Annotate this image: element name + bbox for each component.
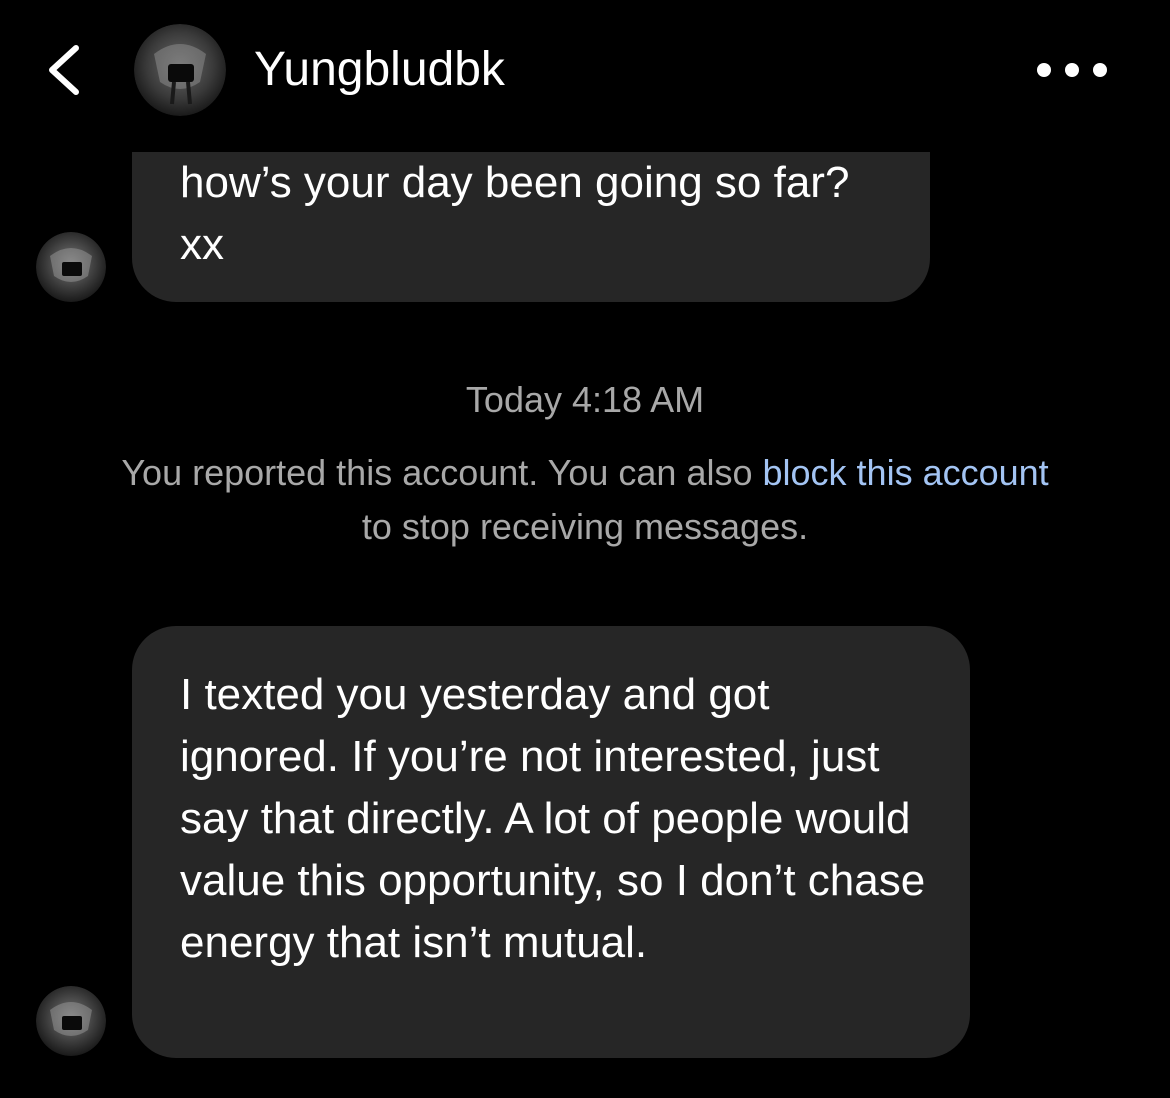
report-notice: You reported this account. You can also … bbox=[120, 446, 1050, 554]
avatar-image bbox=[36, 986, 106, 1056]
avatar-image bbox=[36, 232, 106, 302]
report-notice-text-end: to stop receiving messages. bbox=[361, 506, 809, 547]
block-account-link[interactable]: block this account bbox=[763, 452, 1049, 493]
message-bubble[interactable]: how’s your day been going so far? xx bbox=[132, 152, 930, 302]
message-bubble[interactable]: I texted you yesterday and got ignored. … bbox=[132, 626, 970, 1058]
sender-avatar[interactable] bbox=[36, 986, 106, 1056]
chat-header: Yungbludbk bbox=[0, 0, 1170, 140]
message-text: how’s your day been going so far? xx bbox=[180, 158, 850, 269]
chevron-left-icon bbox=[49, 45, 79, 95]
ellipsis-horizontal-icon bbox=[1037, 63, 1107, 77]
conversation-username[interactable]: Yungbludbk bbox=[254, 40, 505, 100]
message-text: I texted you yesterday and got ignored. … bbox=[180, 670, 926, 967]
avatar-image bbox=[134, 24, 226, 116]
back-button[interactable] bbox=[40, 40, 92, 100]
message-timestamp: Today 4:18 AM bbox=[465, 379, 705, 420]
message-thread[interactable]: how’s your day been going so far? xx Tod… bbox=[0, 140, 1170, 1098]
report-notice-text: You reported this account. You can also bbox=[121, 452, 763, 493]
sender-avatar[interactable] bbox=[36, 232, 106, 302]
avatar[interactable] bbox=[134, 24, 226, 116]
more-options-button[interactable] bbox=[1024, 50, 1120, 90]
